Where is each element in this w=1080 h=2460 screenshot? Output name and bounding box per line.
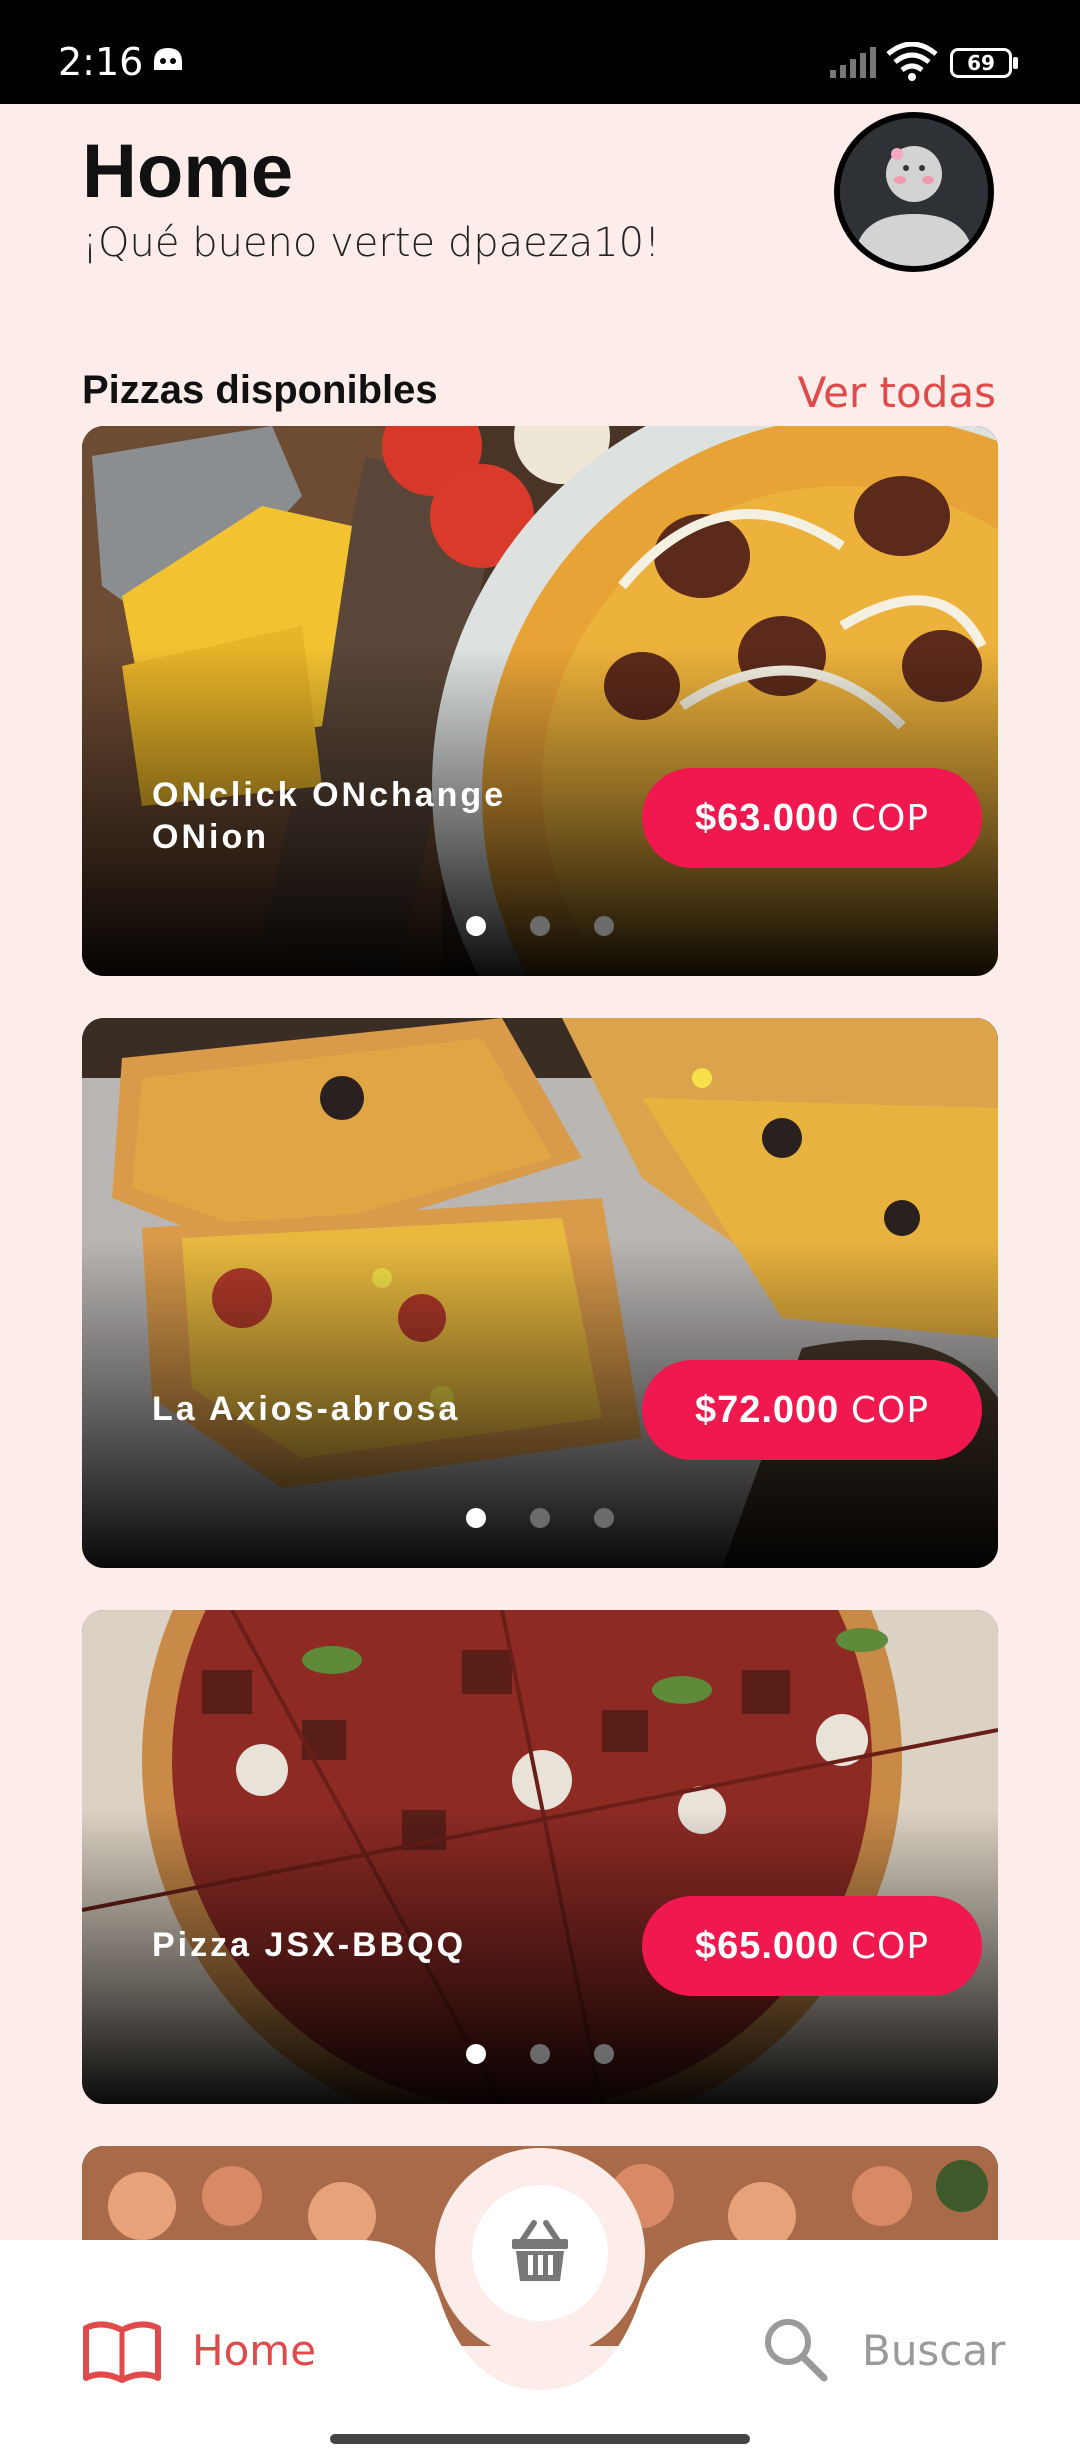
price-badge[interactable]: $65.000 COP <box>642 1896 982 1996</box>
carousel-dots <box>82 1508 998 1533</box>
basket-icon <box>512 2220 568 2281</box>
page-title: Home <box>82 129 294 214</box>
carousel-dots <box>82 2044 998 2069</box>
pizza-card[interactable]: ONclick ONchange ONion $63.000 COP <box>82 426 998 976</box>
notification-icon <box>154 48 182 70</box>
price-badge[interactable]: $63.000 COP <box>642 768 982 868</box>
price-badge[interactable]: $72.000 COP <box>642 1360 982 1460</box>
signal-icon <box>830 47 876 78</box>
battery-level: 69 <box>967 51 995 75</box>
avatar-person-icon <box>840 118 988 266</box>
wifi-icon <box>886 42 938 81</box>
carousel-dot[interactable] <box>466 916 486 936</box>
price-amount: $72.000 <box>694 1389 840 1431</box>
pizza-name: Pizza JSX-BBQQ <box>152 1926 467 1964</box>
carousel-dot[interactable] <box>466 2044 486 2064</box>
home-indicator[interactable] <box>330 2434 750 2444</box>
greeting-text: ¡Qué bueno verte dpaeza10! <box>82 220 661 266</box>
battery-icon: 69 <box>950 48 1018 78</box>
carousel-dot[interactable] <box>466 1508 486 1528</box>
price-currency: COP <box>850 798 930 839</box>
price-currency: COP <box>850 1926 930 1967</box>
carousel-dot[interactable] <box>530 1508 550 1528</box>
carousel-dot[interactable] <box>594 1508 614 1528</box>
see-all-link[interactable]: Ver todas <box>798 368 996 417</box>
price-amount: $63.000 <box>694 797 840 839</box>
section-title: Pizzas disponibles <box>82 368 438 412</box>
carousel-dot[interactable] <box>594 2044 614 2064</box>
carousel-dot[interactable] <box>530 2044 550 2064</box>
cart-button[interactable] <box>472 2185 608 2321</box>
nav-search-label[interactable]: Buscar <box>862 2326 1005 2375</box>
carousel-dot[interactable] <box>530 916 550 936</box>
carousel-dot[interactable] <box>594 916 614 936</box>
carousel-dots <box>82 916 998 941</box>
status-bar: 2:16 69 <box>0 0 1080 104</box>
pizza-name: ONclick ONchange ONion <box>152 776 507 856</box>
pizza-card[interactable]: Pizza JSX-BBQQ $65.000 COP <box>82 1610 998 2104</box>
status-time: 2:16 <box>58 40 144 84</box>
search-icon[interactable] <box>760 2314 830 2384</box>
user-avatar[interactable] <box>834 112 994 272</box>
nav-home-label[interactable]: Home <box>192 2326 316 2375</box>
price-currency: COP <box>850 1390 930 1431</box>
book-icon[interactable] <box>82 2318 162 2388</box>
price-amount: $65.000 <box>694 1925 840 1967</box>
pizza-card[interactable]: La Axios-abrosa $72.000 COP <box>82 1018 998 1568</box>
pizza-name: La Axios-abrosa <box>152 1390 461 1428</box>
